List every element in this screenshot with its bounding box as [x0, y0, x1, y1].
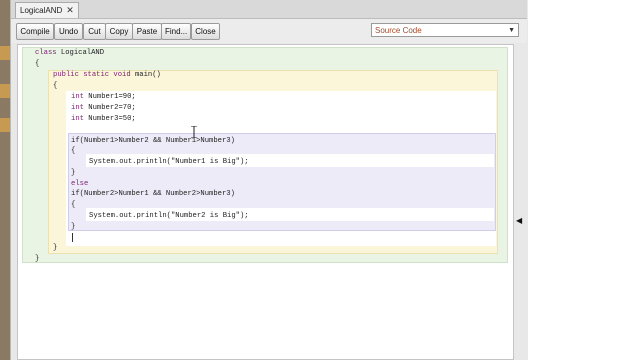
code-line[interactable]: { — [71, 147, 75, 156]
code-line[interactable]: { — [71, 201, 75, 210]
desktop-stripe — [0, 118, 10, 132]
find-button[interactable]: Find... — [161, 23, 191, 40]
code-line[interactable]: int Number3=50; — [71, 115, 136, 124]
copy-button[interactable]: Copy — [105, 23, 133, 40]
desktop-stripe — [0, 84, 10, 98]
code-line[interactable]: int Number2=70; — [71, 104, 136, 113]
code-line[interactable]: if(Number2>Number1 && Number2>Number3) — [71, 190, 235, 199]
code-line[interactable]: } — [71, 169, 75, 178]
toolbar: Compile Undo Cut Copy Paste Find... Clos… — [11, 19, 527, 43]
paste-button[interactable]: Paste — [132, 23, 162, 40]
code-line[interactable]: { — [35, 60, 39, 69]
code-line[interactable]: { — [53, 82, 57, 91]
text-cursor-icon — [191, 126, 197, 138]
desktop-background-left — [0, 0, 10, 360]
code-line[interactable]: if(Number1>Number2 && Number1>Number3) — [71, 137, 235, 146]
view-mode-value: Source Code — [375, 26, 422, 35]
code-line[interactable]: System.out.println("Number2 is Big"); — [89, 212, 249, 221]
tab-label: LogicalAND — [20, 6, 63, 15]
close-button[interactable]: Close — [191, 23, 220, 40]
code-line[interactable]: } — [35, 255, 39, 264]
cut-button[interactable]: Cut — [83, 23, 106, 40]
code-line[interactable]: else — [71, 180, 88, 189]
code-line[interactable]: } — [53, 244, 57, 253]
view-mode-select[interactable]: Source Code ▼ — [371, 23, 519, 37]
code-line[interactable]: public static void main() — [53, 71, 161, 80]
undo-button[interactable]: Undo — [54, 23, 83, 40]
code-line[interactable]: } — [71, 223, 75, 232]
text-caret — [72, 233, 73, 242]
desktop-stripe — [0, 46, 10, 60]
chevron-down-icon: ▼ — [508, 27, 515, 34]
code-line[interactable]: class LogicalAND — [35, 49, 104, 58]
desktop-background-right — [528, 0, 640, 360]
collapse-handle-icon[interactable]: ◀ — [516, 216, 522, 225]
code-line[interactable]: System.out.println("Number1 is Big"); — [89, 158, 249, 167]
code-line[interactable]: int Number1=90; — [71, 93, 136, 102]
close-icon[interactable]: ✕ — [66, 3, 74, 18]
tab-logicaland[interactable]: LogicalAND ✕ — [15, 2, 79, 18]
tab-bar: LogicalAND ✕ — [11, 0, 527, 19]
compile-button[interactable]: Compile — [16, 23, 54, 40]
